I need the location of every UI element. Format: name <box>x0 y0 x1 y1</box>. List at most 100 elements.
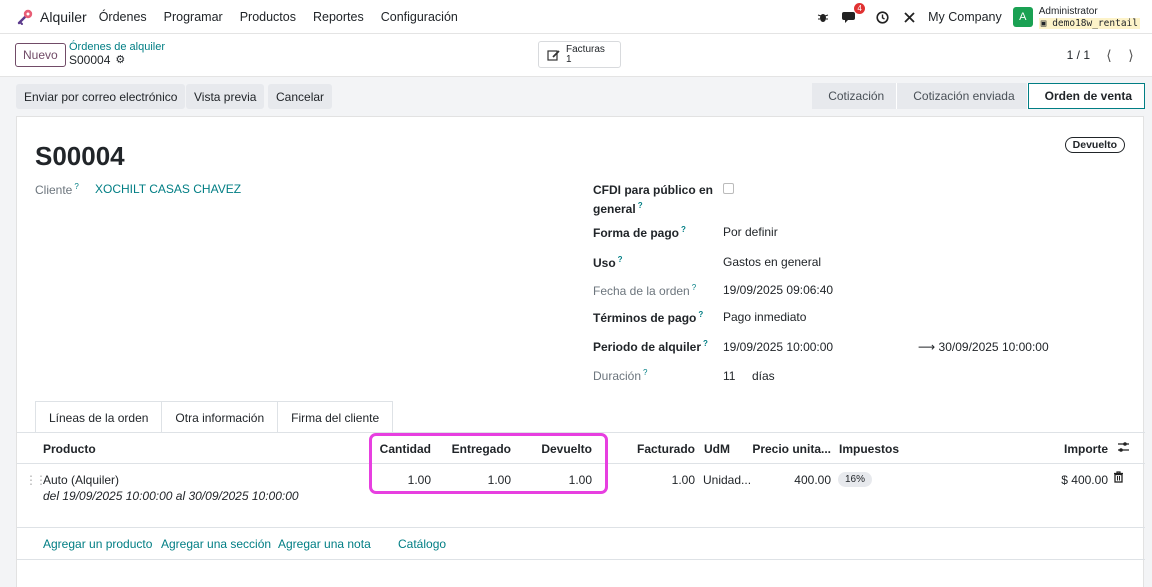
add-note-link[interactable]: Agregar una nota <box>278 537 371 551</box>
edit-icon <box>547 49 560 61</box>
invoices-label: Facturas <box>566 43 605 55</box>
pager-next-icon[interactable]: ⟩ <box>1120 44 1142 66</box>
menu-productos[interactable]: Productos <box>240 10 296 24</box>
duration-label: Duración? <box>593 368 648 383</box>
menu-configuracion[interactable]: Configuración <box>381 10 458 24</box>
pager-previous-icon[interactable]: ⟨ <box>1098 44 1120 66</box>
menu-ordenes[interactable]: Órdenes <box>99 10 147 24</box>
catalog-link[interactable]: Catálogo <box>398 537 446 551</box>
col-unit-price[interactable]: Precio unita... <box>747 442 831 456</box>
pager: 1 / 1 ⟨ ⟩ <box>1067 44 1142 66</box>
help-icon[interactable]: ? <box>638 201 643 210</box>
rental-start-field[interactable]: 19/09/2025 10:00:00 <box>723 340 833 354</box>
payment-form-label: Forma de pago? <box>593 225 686 240</box>
order-date-label: Fecha de la orden? <box>593 283 697 298</box>
cancel-button[interactable]: Cancelar <box>268 84 333 109</box>
column-settings-icon[interactable] <box>1117 441 1130 453</box>
cfdi-checkbox[interactable] <box>723 183 734 194</box>
menu-programar[interactable]: Programar <box>164 10 223 24</box>
row-quantity[interactable]: 1.00 <box>377 473 431 487</box>
duration-unit: días <box>752 369 775 383</box>
rental-period-label: Periodo de alquiler? <box>593 339 708 354</box>
help-icon[interactable]: ? <box>681 225 686 234</box>
order-lines-header: Producto Cantidad Entregado Devuelto Fac… <box>17 433 1145 464</box>
help-icon[interactable]: ? <box>618 255 623 264</box>
tools-icon[interactable] <box>901 9 917 25</box>
payment-terms-label: Términos de pago? <box>593 310 704 325</box>
col-quantity[interactable]: Cantidad <box>377 442 431 456</box>
invoices-count: 1 <box>566 53 572 65</box>
customer-label: Cliente? <box>35 182 79 197</box>
bug-icon[interactable] <box>815 9 831 25</box>
tab-other-info[interactable]: Otra información <box>162 401 279 433</box>
usage-field[interactable]: Gastos en general <box>723 255 821 269</box>
row-unit-price[interactable]: 400.00 <box>747 473 831 487</box>
help-icon[interactable]: ? <box>703 339 708 348</box>
database-label: ▣ demo18w_rentail <box>1038 17 1140 29</box>
row-delivered[interactable]: 1.00 <box>441 473 511 487</box>
chat-icon[interactable]: 4 <box>842 3 866 25</box>
arrow-right-icon: ⟶ <box>918 340 939 354</box>
help-icon[interactable]: ? <box>692 283 696 292</box>
row-product[interactable]: Auto (Alquiler) <box>43 473 119 487</box>
database-name: ▣ demo18w_rentail <box>1038 17 1140 29</box>
col-returned[interactable]: Devuelto <box>527 442 592 456</box>
user-avatar[interactable]: A <box>1012 7 1033 27</box>
stage-quotation[interactable]: Cotización <box>812 83 898 109</box>
invoices-smart-button[interactable]: Facturas 1 <box>538 41 621 68</box>
add-line-row: Agregar un producto Agregar una sección … <box>17 528 1145 560</box>
customer-field[interactable]: XOCHILT CASAS CHAVEZ <box>95 182 241 196</box>
help-icon[interactable]: ? <box>74 182 78 191</box>
col-delivered[interactable]: Entregado <box>441 442 511 456</box>
row-invoiced: 1.00 <box>671 473 695 487</box>
app-name[interactable]: Alquiler <box>40 9 87 25</box>
tab-customer-signature[interactable]: Firma del cliente <box>278 401 394 433</box>
top-navbar: Alquiler Órdenes Programar Productos Rep… <box>0 0 1152 34</box>
drag-handle-icon[interactable]: ⋮⋮ <box>25 473 47 487</box>
trash-icon[interactable] <box>1113 471 1124 486</box>
breadcrumb: Órdenes de alquiler S00004 ⚙ <box>69 41 165 67</box>
company-switcher[interactable]: My Company <box>928 10 1002 24</box>
cfdi-label-line-1: CFDI para público en <box>593 183 714 197</box>
rental-end-field[interactable]: ⟶ 30/09/2025 10:00:00 <box>918 340 1049 354</box>
menu-reportes[interactable]: Reportes <box>313 10 364 24</box>
row-description: del 19/09/2025 10:00:00 al 30/09/2025 10… <box>43 489 299 503</box>
notebook-tabs: Líneas de la orden Otra información Firm… <box>35 401 394 433</box>
pager-value[interactable]: 1 / 1 <box>1067 48 1090 62</box>
row-uom[interactable]: Unidad... <box>703 473 751 487</box>
add-section-link[interactable]: Agregar una sección <box>161 537 271 551</box>
navbar-systray: 4 My Company A Administrator ▣ demo18w_r… <box>804 0 1152 34</box>
col-product[interactable]: Producto <box>43 442 96 456</box>
status-bar: Enviar por correo electrónico Vista prev… <box>0 77 1152 115</box>
row-amount: $ 400.00 <box>1061 473 1108 487</box>
table-row[interactable]: ⋮⋮ Auto (Alquiler) del 19/09/2025 10:00:… <box>17 464 1145 528</box>
clock-icon[interactable] <box>874 9 890 25</box>
send-email-button[interactable]: Enviar por correo electrónico <box>16 84 186 109</box>
payment-form-field[interactable]: Por definir <box>723 225 778 239</box>
record-title: S00004 <box>35 141 125 171</box>
col-uom[interactable]: UdM <box>704 442 730 456</box>
record-reference: S00004 <box>69 53 111 67</box>
preview-button[interactable]: Vista previa <box>186 84 265 109</box>
gear-icon[interactable]: ⚙ <box>115 54 125 67</box>
tab-order-lines[interactable]: Líneas de la orden <box>35 401 163 433</box>
help-icon[interactable]: ? <box>643 368 647 377</box>
tax-badge: 16% <box>838 472 873 487</box>
app-logo-icon[interactable] <box>16 8 34 26</box>
user-name: Administrator <box>1038 5 1098 17</box>
main-menu: Órdenes Programar Productos Reportes Con… <box>99 10 475 24</box>
user-menu[interactable]: Administrator ▣ demo18w_rentail <box>1038 5 1140 29</box>
add-product-link[interactable]: Agregar un producto <box>43 537 152 551</box>
payment-terms-field[interactable]: Pago inmediato <box>723 310 806 324</box>
stage-sales-order[interactable]: Orden de venta <box>1027 83 1145 109</box>
row-returned[interactable]: 1.00 <box>527 473 592 487</box>
messages-badge: 4 <box>854 3 866 14</box>
control-panel: Nuevo Órdenes de alquiler S00004 ⚙ Factu… <box>0 34 1152 77</box>
cfdi-label-line-2: general? <box>593 201 643 216</box>
new-button[interactable]: Nuevo <box>15 43 66 67</box>
stage-quotation-sent[interactable]: Cotización enviada <box>897 83 1028 109</box>
col-invoiced[interactable]: Facturado <box>627 442 695 456</box>
help-icon[interactable]: ? <box>698 310 703 319</box>
col-taxes[interactable]: Impuestos <box>839 442 899 456</box>
col-amount[interactable]: Importe <box>1037 442 1108 456</box>
